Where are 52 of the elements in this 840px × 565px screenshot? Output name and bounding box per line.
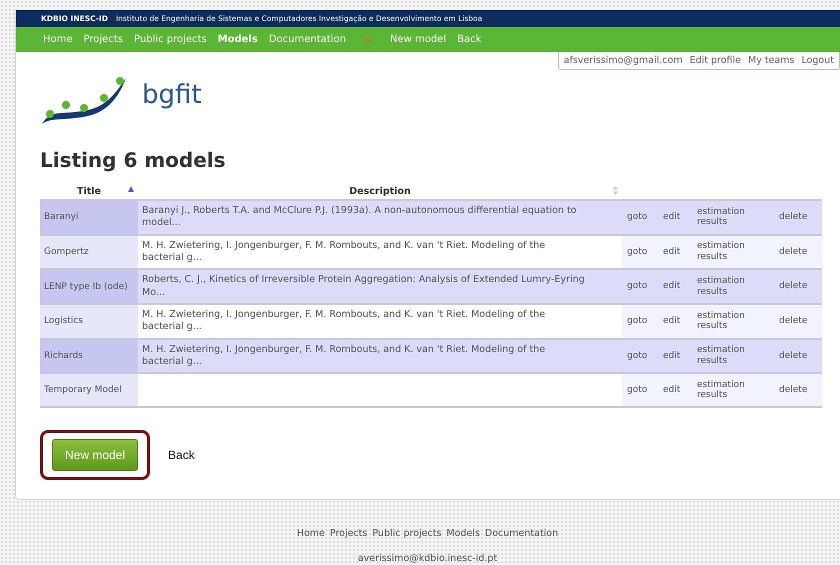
table-cell: M. H. Zwietering, I. Jongenburger, F. M. Rombouts, and K. van 't Riet. Modeling of the bacterial g... — [138, 338, 622, 374]
action-link[interactable]: edit — [658, 269, 692, 304]
action-link[interactable]: estimation results — [692, 200, 774, 235]
footer-link[interactable]: Public projects — [372, 528, 442, 539]
back-link[interactable]: Back — [168, 448, 195, 462]
action-link[interactable]: edit — [658, 304, 692, 339]
footer-email: averissimo@kdbio.inesc-id.pt — [358, 553, 498, 564]
action-link[interactable]: delete — [774, 338, 822, 374]
action-link[interactable]: estimation results — [692, 304, 774, 339]
action-link[interactable]: goto — [622, 269, 658, 304]
action-link[interactable]: edit — [658, 200, 692, 235]
table-cell: Roberts, C. J., Kinetics of Irreversible Protein Aggregation: Analysis of Extended Lumry-Eyring Mo... — [138, 269, 622, 304]
footer-link[interactable]: Projects — [330, 528, 368, 539]
action-link[interactable]: goto — [622, 304, 658, 339]
action-link[interactable]: goto — [622, 373, 658, 408]
user-link[interactable]: Logout — [801, 55, 834, 66]
action-link[interactable]: delete — [774, 234, 822, 270]
table-cell: LENP type Ib (ode) — [40, 269, 138, 304]
action-link[interactable]: edit — [658, 234, 692, 270]
action-link[interactable]: estimation results — [692, 338, 774, 374]
sort-icon[interactable] — [128, 186, 134, 192]
table-cell: Richards — [40, 338, 138, 374]
table-cell: Temporary Model — [40, 373, 138, 408]
footer-link[interactable]: Models — [446, 528, 480, 539]
action-link[interactable]: edit — [658, 338, 692, 374]
logo-text: bgfit — [142, 80, 202, 110]
table-cell: Gompertz — [40, 234, 138, 270]
action-link[interactable]: goto — [622, 338, 658, 374]
action-link[interactable]: delete — [774, 373, 822, 408]
action-link[interactable]: estimation results — [692, 269, 774, 304]
table-cell: Baranyi J., Roberts T.A. and McClure P.J. (1993a). A non-autonomous differential equation to model... — [138, 200, 622, 235]
action-link[interactable]: delete — [774, 269, 822, 304]
user-link[interactable]: My teams — [748, 55, 794, 66]
action-link[interactable]: delete — [774, 304, 822, 339]
footer-link[interactable]: Documentation — [484, 528, 558, 539]
table-cell: M. H. Zwietering, I. Jongenburger, F. M. Rombouts, and K. van 't Riet. Modeling of the bacterial g... — [138, 234, 622, 270]
action-link[interactable]: edit — [658, 373, 692, 408]
footer-link[interactable]: Home — [296, 528, 325, 539]
action-link[interactable]: estimation results — [692, 234, 774, 270]
column-header[interactable]: Title — [77, 186, 101, 197]
column-header[interactable]: Description — [349, 186, 411, 197]
user-link[interactable]: afsverissimo@gmail.com — [564, 55, 683, 66]
action-link[interactable]: delete — [774, 200, 822, 235]
action-link[interactable]: estimation results — [692, 373, 774, 408]
table-cell: M. H. Zwietering, I. Jongenburger, F. M. Rombouts, and K. van 't Riet. Modeling of the bacterial g... — [138, 304, 622, 339]
table-cell: Baranyi — [40, 200, 138, 235]
action-link[interactable]: goto — [622, 200, 658, 235]
page-heading: Listing 6 models — [40, 148, 227, 172]
table-cell: Logistics — [40, 304, 138, 339]
user-link[interactable]: Edit profile — [690, 55, 742, 66]
action-link[interactable]: goto — [622, 234, 658, 270]
separator-glyph: > — [362, 32, 373, 46]
